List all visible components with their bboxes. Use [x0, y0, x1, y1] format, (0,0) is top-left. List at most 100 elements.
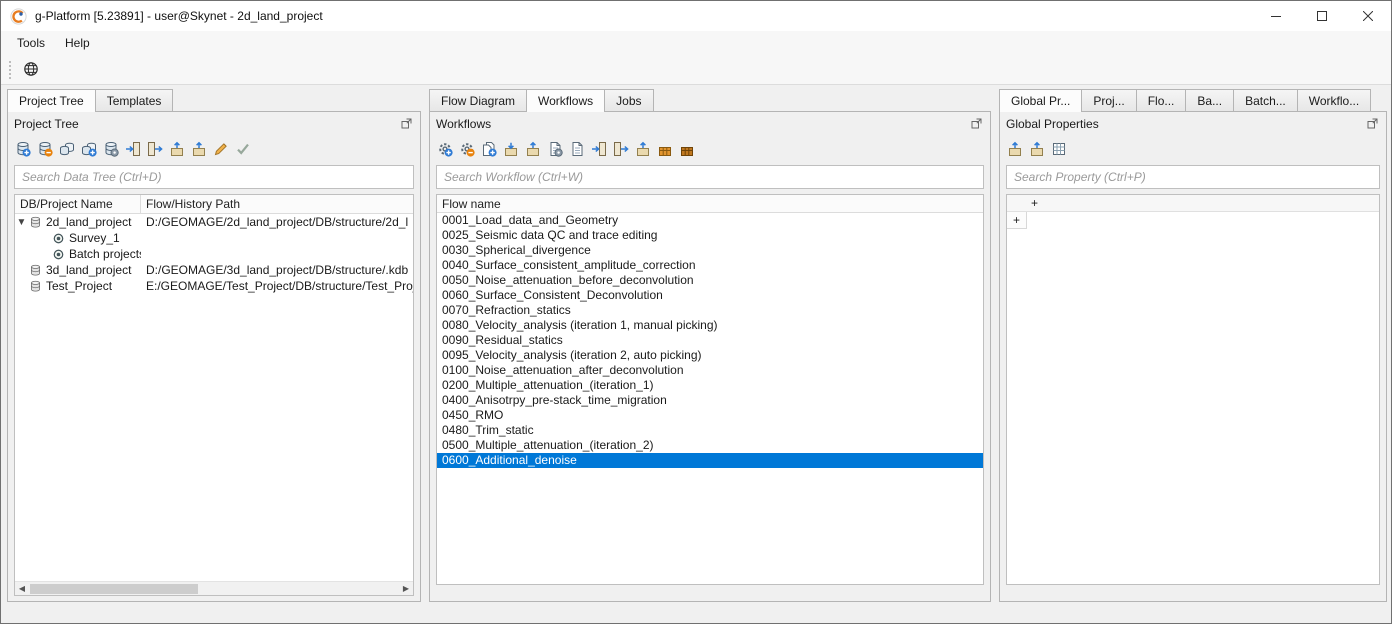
paste-database-icon[interactable] [80, 140, 98, 158]
tree-row-2d-land-project[interactable]: ▼2d_land_projectD:/GEOMAGE/2d_land_proje… [15, 214, 413, 230]
app-toolbar-icons [22, 60, 40, 80]
tree-item-label: Batch projects [69, 247, 141, 261]
center-tab-bar: Flow DiagramWorkflowsJobs [429, 89, 991, 111]
add-row-button[interactable]: + [1007, 212, 1027, 229]
close-button[interactable] [1345, 1, 1391, 31]
tab-project-tree[interactable]: Project Tree [7, 89, 96, 112]
project-tree-toolbar [8, 136, 420, 162]
toolbar-grip[interactable] [9, 61, 14, 79]
archive-workflow-icon[interactable] [634, 140, 652, 158]
tab-proj[interactable]: Proj... [1081, 89, 1136, 111]
remove-workflow-icon[interactable] [458, 140, 476, 158]
tab-ba[interactable]: Ba... [1185, 89, 1234, 111]
minimize-button[interactable] [1253, 1, 1299, 31]
properties-table-icon[interactable] [1050, 140, 1068, 158]
import-workflow-icon[interactable] [502, 140, 520, 158]
tree-item-label: Test_Project [46, 279, 112, 293]
globe-icon[interactable] [22, 60, 40, 78]
flow-item-0500-multiple-attenuation-iteration-2[interactable]: 0500_Multiple_attenuation_(iteration_2) [437, 438, 983, 453]
submit-batch-icon[interactable] [656, 140, 674, 158]
flow-item-0600-additional-denoise[interactable]: 0600_Additional_denoise [437, 453, 983, 468]
edit-pencil-icon[interactable] [212, 140, 230, 158]
export-flow-icon[interactable] [612, 140, 630, 158]
scroll-right-arrow-icon[interactable]: ▶ [399, 582, 413, 595]
maximize-button[interactable] [1299, 1, 1345, 31]
import-database-icon[interactable] [124, 140, 142, 158]
tree-row-test-project[interactable]: Test_Project E:/GEOMAGE/Test_Project/DB/s… [15, 278, 413, 294]
workflow-search-input[interactable] [436, 165, 984, 189]
database-settings-icon[interactable] [102, 140, 120, 158]
add-workflow-icon[interactable] [436, 140, 454, 158]
tree-column-headers[interactable]: DB/Project Name Flow/History Path [15, 195, 413, 214]
tab-batch[interactable]: Batch... [1233, 89, 1298, 111]
restore-database-icon[interactable] [190, 140, 208, 158]
column-db-project-name[interactable]: DB/Project Name [15, 195, 141, 213]
menu-tools[interactable]: Tools [7, 33, 55, 53]
flow-item-0090-residual-statics[interactable]: 0090_Residual_statics [437, 333, 983, 348]
flow-name-column-header[interactable]: Flow name [437, 195, 983, 213]
workflow-history-icon[interactable] [546, 140, 564, 158]
workflow-report-icon[interactable] [568, 140, 586, 158]
tree-row-batch-projects[interactable]: Batch projects [15, 246, 413, 262]
copy-database-icon[interactable] [58, 140, 76, 158]
import-flow-icon[interactable] [590, 140, 608, 158]
database-icon [28, 279, 43, 294]
flow-item-0100-noise-attenuation-after-deconvoluti[interactable]: 0100_Noise_attenuation_after_deconvoluti… [437, 363, 983, 378]
scroll-left-arrow-icon[interactable]: ◀ [15, 582, 29, 595]
flow-item-0080-velocity-analysis-iteration-1-manua[interactable]: 0080_Velocity_analysis (iteration 1, man… [437, 318, 983, 333]
flow-item-0070-refraction-statics[interactable]: 0070_Refraction_statics [437, 303, 983, 318]
import-properties-icon[interactable] [1006, 140, 1024, 158]
title-bar[interactable]: g-Platform [5.23891] - user@Skynet - 2d_… [1, 1, 1391, 31]
tab-jobs[interactable]: Jobs [604, 89, 653, 111]
project-tree-table: DB/Project Name Flow/History Path ▼2d_la… [14, 194, 414, 596]
tree-row-3d-land-project[interactable]: 3d_land_projectD:/GEOMAGE/3d_land_projec… [15, 262, 413, 278]
add-database-icon[interactable] [14, 140, 32, 158]
menu-help[interactable]: Help [55, 33, 100, 53]
flow-item-0040-surface-consistent-amplitude-correc[interactable]: 0040_Surface_consistent_amplitude_correc… [437, 258, 983, 273]
tab-workflo[interactable]: Workflo... [1297, 89, 1371, 111]
tree-item-path: D:/GEOMAGE/3d_land_project/DB/structure/… [141, 263, 413, 277]
flow-item-0200-multiple-attenuation-iteration-1[interactable]: 0200_Multiple_attenuation_(iteration_1) [437, 378, 983, 393]
tab-flow-diagram[interactable]: Flow Diagram [429, 89, 527, 111]
property-search-input[interactable] [1006, 165, 1380, 189]
flow-item-0050-noise-attenuation-before-deconvolut[interactable]: 0050_Noise_attenuation_before_deconvolut… [437, 273, 983, 288]
tree-item-path: E:/GEOMAGE/Test_Project/DB/structure/Tes… [141, 279, 413, 293]
expander-icon[interactable]: ▼ [15, 217, 28, 228]
app-logo-icon [10, 8, 27, 25]
tab-flo[interactable]: Flo... [1136, 89, 1187, 111]
copy-workflow-icon[interactable] [480, 140, 498, 158]
tab-templates[interactable]: Templates [95, 89, 174, 111]
tab-global-pr[interactable]: Global Pr... [999, 89, 1082, 112]
database-icon [28, 263, 43, 278]
flow-item-0030-spherical-divergence[interactable]: 0030_Spherical_divergence [437, 243, 983, 258]
validate-check-icon[interactable] [234, 140, 252, 158]
export-database-icon[interactable] [146, 140, 164, 158]
tree-row-survey-1[interactable]: Survey_1 [15, 230, 413, 246]
flow-item-0025-seismic-data-qc-and-trace-editing[interactable]: 0025_Seismic data QC and trace editing [437, 228, 983, 243]
remove-database-icon[interactable] [36, 140, 54, 158]
flow-item-0095-velocity-analysis-iteration-2-auto-[interactable]: 0095_Velocity_analysis (iteration 2, aut… [437, 348, 983, 363]
add-column-button[interactable]: + [1031, 196, 1038, 210]
export-properties-icon[interactable] [1028, 140, 1046, 158]
app-toolbar [1, 55, 1391, 85]
tab-workflows[interactable]: Workflows [526, 89, 605, 112]
flow-item-0480-trim-static[interactable]: 0480_Trim_static [437, 423, 983, 438]
undock-icon[interactable] [1366, 117, 1380, 131]
horizontal-scrollbar[interactable]: ◀ ▶ [15, 581, 413, 595]
flow-item-0400-anisotrpy-pre-stack-time-migration[interactable]: 0400_Anisotrpy_pre-stack_time_migration [437, 393, 983, 408]
flow-item-0060-surface-consistent-deconvolution[interactable]: 0060_Surface_Consistent_Deconvolution [437, 288, 983, 303]
window-controls [1253, 1, 1391, 31]
backup-database-icon[interactable] [168, 140, 186, 158]
workflows-panel: Flow DiagramWorkflowsJobs Workflows Flow… [429, 89, 991, 602]
project-tree-search-input[interactable] [14, 165, 414, 189]
batch-queue-icon[interactable] [678, 140, 696, 158]
tree-item-path: D:/GEOMAGE/2d_land_project/DB/structure/… [141, 215, 413, 229]
flow-item-0450-rmo[interactable]: 0450_RMO [437, 408, 983, 423]
undock-icon[interactable] [400, 117, 414, 131]
column-flow-history-path[interactable]: Flow/History Path [141, 195, 413, 213]
undock-icon[interactable] [970, 117, 984, 131]
project-tree-panel: Project TreeTemplates Project Tree DB/Pr… [7, 89, 421, 602]
scrollbar-thumb[interactable] [30, 584, 198, 594]
flow-item-0001-load-data-and-geometry[interactable]: 0001_Load_data_and_Geometry [437, 213, 983, 228]
export-workflow-icon[interactable] [524, 140, 542, 158]
